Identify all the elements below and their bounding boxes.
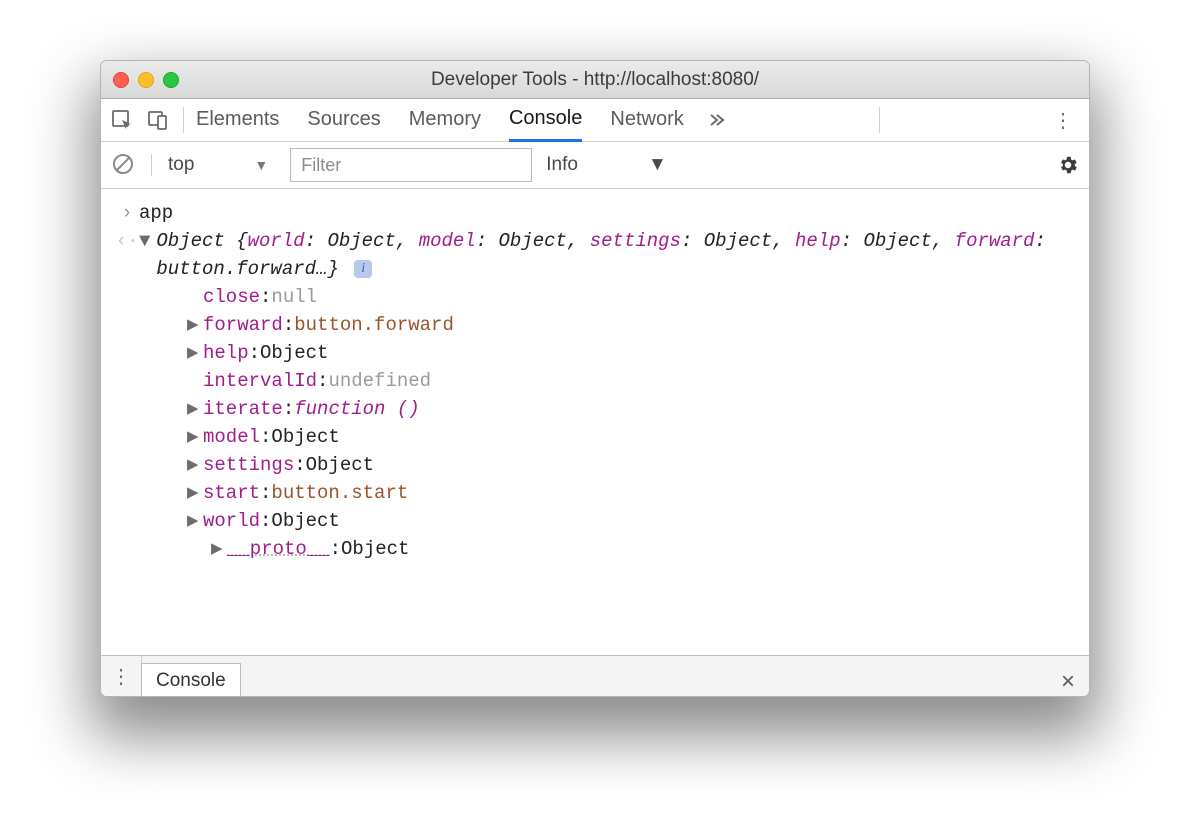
expand-icon[interactable]: ▶ xyxy=(187,451,203,479)
summary-val: Object xyxy=(704,230,772,252)
summary-val: Object xyxy=(327,230,395,252)
collapse-icon[interactable]: ▼ xyxy=(139,227,156,255)
summary-val: Object xyxy=(499,230,567,252)
summary-key: model xyxy=(419,230,476,252)
console-output-row[interactable]: ‹· ▼ Object {world: Object, model: Objec… xyxy=(115,227,1075,283)
property-value: undefined xyxy=(328,367,431,395)
property-key: model xyxy=(203,423,260,451)
property-key: world xyxy=(203,507,260,535)
summary-key: settings xyxy=(590,230,681,252)
expand-icon[interactable]: ▶ xyxy=(187,311,203,339)
drawer-close-icon[interactable]: × xyxy=(1047,668,1089,696)
tab-sources[interactable]: Sources xyxy=(307,100,380,140)
expand-icon[interactable]: ▶ xyxy=(211,535,227,563)
object-property[interactable]: ▶forward: button.forward xyxy=(115,311,1075,339)
titlebar: Developer Tools - http://localhost:8080/ xyxy=(101,61,1089,99)
summary-key: forward xyxy=(955,230,1035,252)
summary-key: world xyxy=(248,230,305,252)
object-summary: Object {world: Object, model: Object, se… xyxy=(156,227,1075,283)
summary-tail: } xyxy=(327,258,338,280)
divider xyxy=(879,107,880,133)
object-property[interactable]: ▶world: Object xyxy=(115,507,1075,535)
property-value: Object xyxy=(341,535,409,563)
object-property[interactable]: ▶ __proto__: Object xyxy=(115,535,1075,563)
property-value: function () xyxy=(294,395,419,423)
object-property[interactable]: ▶settings: Object xyxy=(115,451,1075,479)
drawer: ⋮ Console × xyxy=(101,655,1089,696)
summary-val: Object xyxy=(863,230,931,252)
window-title: Developer Tools - http://localhost:8080/ xyxy=(101,69,1089,91)
chevron-down-icon: ▼ xyxy=(254,157,268,173)
summary-lead: Object { xyxy=(156,230,247,252)
context-selector-value: top xyxy=(168,154,194,176)
property-value: button.start xyxy=(271,479,408,507)
expand-icon[interactable]: ▶ xyxy=(187,339,203,367)
object-property: close: null xyxy=(115,283,1075,311)
property-value: null xyxy=(271,283,317,311)
summary-key: help xyxy=(795,230,841,252)
tab-console[interactable]: Console xyxy=(509,99,582,142)
filter-input[interactable] xyxy=(290,148,532,182)
inspect-element-icon[interactable] xyxy=(109,107,135,133)
object-property[interactable]: ▶help: Object xyxy=(115,339,1075,367)
object-property[interactable]: ▶start: button.start xyxy=(115,479,1075,507)
object-property[interactable]: ▶iterate: function () xyxy=(115,395,1075,423)
property-value: Object xyxy=(306,451,374,479)
output-caret-icon: ‹· xyxy=(115,227,139,255)
expand-icon[interactable]: ▶ xyxy=(187,507,203,535)
kebab-menu-icon[interactable]: ⋮ xyxy=(1045,108,1081,133)
devtools-window: Developer Tools - http://localhost:8080/… xyxy=(100,60,1090,697)
clear-console-icon[interactable] xyxy=(111,152,137,178)
property-value: Object xyxy=(260,339,328,367)
object-property: intervalId: undefined xyxy=(115,367,1075,395)
main-tabstrip: Elements Sources Memory Console Network … xyxy=(101,99,1089,142)
context-selector[interactable]: top ▼ xyxy=(151,154,276,176)
property-value: button.forward xyxy=(294,311,454,339)
more-tabs-icon[interactable] xyxy=(706,110,726,130)
property-key: iterate xyxy=(203,395,283,423)
divider xyxy=(183,107,184,133)
log-level-selector[interactable]: Info ▼ xyxy=(546,154,667,176)
drawer-tab-console[interactable]: Console xyxy=(141,663,241,696)
console-filter-bar: top ▼ Info ▼ xyxy=(101,142,1089,189)
tab-memory[interactable]: Memory xyxy=(409,100,481,140)
log-level-value: Info xyxy=(546,154,578,176)
console-input-text: app xyxy=(139,199,173,227)
property-key: __proto__ xyxy=(227,535,330,563)
property-key: forward xyxy=(203,311,283,339)
property-key: help xyxy=(203,339,249,367)
property-value: Object xyxy=(271,423,339,451)
property-key: intervalId xyxy=(203,367,317,395)
property-key: close xyxy=(203,283,260,311)
object-property[interactable]: ▶model: Object xyxy=(115,423,1075,451)
property-value: Object xyxy=(271,507,339,535)
panel-tabs: Elements Sources Memory Console Network xyxy=(196,99,684,141)
device-toolbar-icon[interactable] xyxy=(145,107,171,133)
console-settings-icon[interactable] xyxy=(1057,154,1079,176)
property-key: settings xyxy=(203,451,294,479)
chevron-down-icon: ▼ xyxy=(648,154,667,176)
info-icon[interactable]: i xyxy=(354,260,372,278)
tab-elements[interactable]: Elements xyxy=(196,100,279,140)
expand-icon[interactable]: ▶ xyxy=(187,479,203,507)
summary-val: button.forward… xyxy=(156,258,327,280)
input-caret-icon: › xyxy=(115,199,139,227)
console-output: › app ‹· ▼ Object {world: Object, model:… xyxy=(101,189,1089,659)
expand-icon xyxy=(187,367,203,395)
property-key: start xyxy=(203,479,260,507)
drawer-menu-icon[interactable]: ⋮ xyxy=(101,656,142,696)
expand-icon[interactable]: ▶ xyxy=(187,423,203,451)
expand-icon[interactable]: ▶ xyxy=(187,395,203,423)
console-input-row: › app xyxy=(115,199,1075,227)
tab-network[interactable]: Network xyxy=(610,100,683,140)
expand-icon xyxy=(187,283,203,311)
